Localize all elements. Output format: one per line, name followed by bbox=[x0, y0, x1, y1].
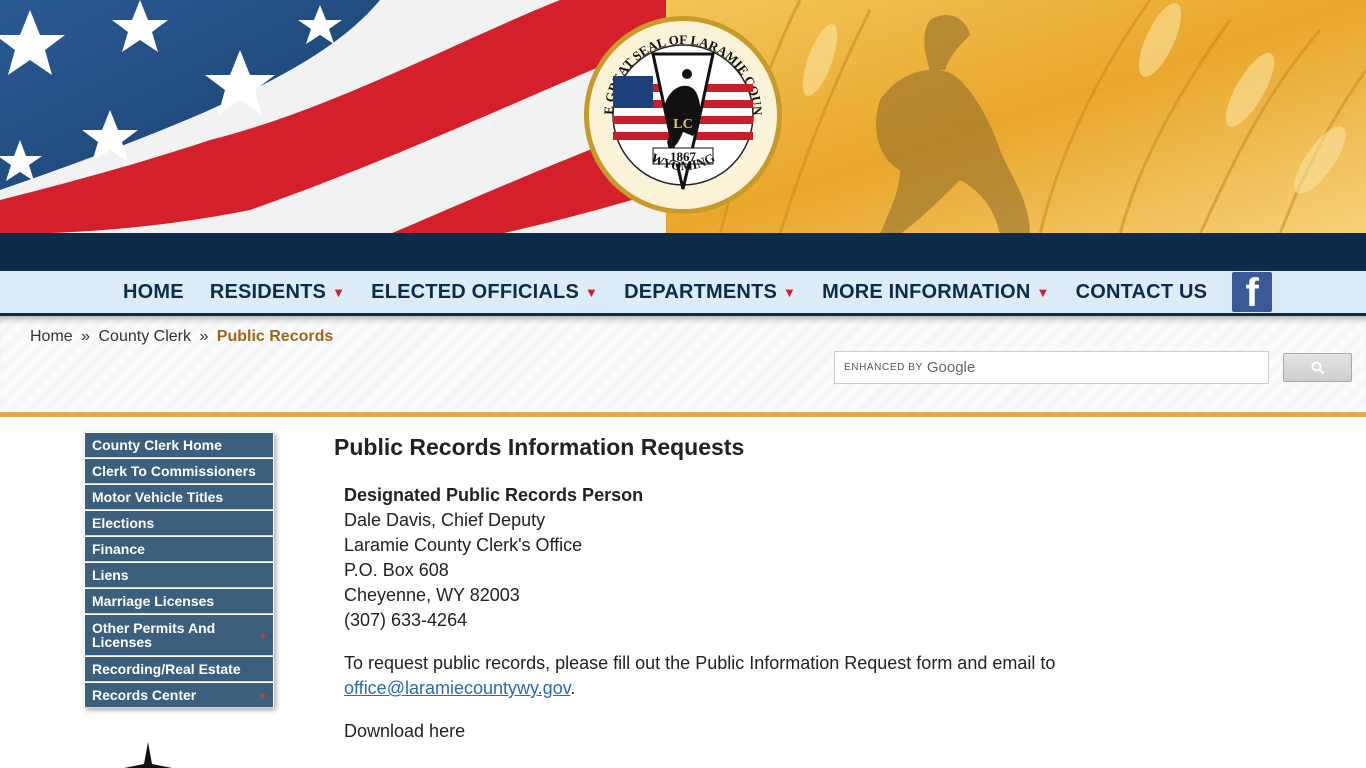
sidebar-item-county-clerk-home[interactable]: County Clerk Home bbox=[84, 432, 274, 458]
breadcrumb-separator: » bbox=[81, 328, 91, 345]
nav-elected-officials[interactable]: ELECTED OFFICIALS ▼ bbox=[358, 281, 611, 304]
main-content: Public Records Information Requests Desi… bbox=[334, 434, 1234, 744]
sidebar-item-records-center[interactable]: Records Center ▸ bbox=[84, 682, 274, 708]
nav-residents-label: RESIDENTS bbox=[209, 280, 327, 303]
request-paragraph: To request public records, please fill o… bbox=[344, 651, 1234, 701]
email-link[interactable]: office@laramiecountywy.gov bbox=[344, 678, 570, 698]
contact-city: Cheyenne, WY 82003 bbox=[344, 585, 520, 605]
search-icon bbox=[1311, 361, 1324, 374]
nav-contact-us-label: CONTACT US bbox=[1075, 280, 1208, 303]
nav-elected-officials-label: ELECTED OFFICIALS bbox=[371, 280, 579, 303]
sidebar-item-label: Finance bbox=[92, 541, 145, 557]
caret-down-icon: ▼ bbox=[585, 284, 599, 300]
sidebar-item-other-permits[interactable]: Other Permits And Licenses ▸ bbox=[84, 614, 274, 656]
sidebar-item-marriage-licenses[interactable]: Marriage Licenses bbox=[84, 588, 274, 614]
seal-initials: LC bbox=[673, 117, 692, 132]
sidebar-item-liens[interactable]: Liens bbox=[84, 562, 274, 588]
contact-box: P.O. Box 608 bbox=[344, 560, 449, 580]
sidebar-item-finance[interactable]: Finance bbox=[84, 536, 274, 562]
search-input[interactable]: ENHANCED BY Google bbox=[834, 351, 1269, 384]
search-brand: Google bbox=[926, 359, 976, 376]
request-text: To request public records, please fill o… bbox=[344, 653, 1056, 673]
nav-residents[interactable]: RESIDENTS ▼ bbox=[197, 281, 358, 304]
sidebar-menu: County Clerk Home Clerk To Commissioners… bbox=[84, 432, 274, 708]
breadcrumb-county-clerk[interactable]: County Clerk bbox=[99, 328, 191, 345]
chevron-right-icon: ▸ bbox=[261, 690, 266, 700]
sidebar-item-label: Motor Vehicle Titles bbox=[92, 489, 224, 505]
page-title: Public Records Information Requests bbox=[334, 434, 745, 460]
nav-departments-label: DEPARTMENTS bbox=[624, 280, 778, 303]
sidebar-item-label: Recording/Real Estate bbox=[92, 661, 241, 677]
star-decoration-icon bbox=[120, 742, 176, 768]
county-seal: THE GREAT SEAL OF LARAMIE COUNTY LC 1867… bbox=[578, 2, 783, 216]
nav-contact-us[interactable]: CONTACT US bbox=[1063, 281, 1221, 304]
contact-name: Dale Davis, Chief Deputy bbox=[344, 510, 546, 530]
gold-divider bbox=[0, 412, 1366, 417]
sidebar-item-clerk-to-commissioners[interactable]: Clerk To Commissioners bbox=[84, 458, 274, 484]
header-dark-band bbox=[0, 233, 1366, 271]
nav-departments[interactable]: DEPARTMENTS ▼ bbox=[611, 281, 809, 304]
contact-heading: Designated Public Records Person bbox=[344, 485, 644, 505]
contact-phone: (307) 633-4264 bbox=[344, 610, 468, 630]
breadcrumb: Home » County Clerk » Public Records bbox=[30, 328, 333, 346]
sidebar-item-motor-vehicle-titles[interactable]: Motor Vehicle Titles bbox=[84, 484, 274, 510]
sidebar-item-label: Clerk To Commissioners bbox=[92, 463, 256, 479]
download-link[interactable]: Download here bbox=[344, 719, 1234, 744]
nav-more-information[interactable]: MORE INFORMATION ▼ bbox=[809, 281, 1062, 304]
breadcrumb-current: Public Records bbox=[216, 328, 334, 345]
sidebar-item-label: County Clerk Home bbox=[92, 437, 222, 453]
breadcrumb-home[interactable]: Home bbox=[30, 328, 73, 345]
search-button[interactable] bbox=[1283, 353, 1352, 382]
facebook-icon[interactable]: f bbox=[1232, 272, 1273, 312]
nav-home-label: HOME bbox=[123, 280, 184, 303]
caret-down-icon: ▼ bbox=[783, 284, 797, 300]
sidebar-item-recording-real-estate[interactable]: Recording/Real Estate bbox=[84, 656, 274, 682]
breadcrumb-separator: » bbox=[199, 328, 209, 345]
chevron-right-icon: ▸ bbox=[261, 630, 266, 640]
nav-more-information-label: MORE INFORMATION bbox=[822, 280, 1031, 303]
period: . bbox=[570, 678, 576, 698]
sidebar-item-label: Other Permits And Licenses bbox=[92, 620, 216, 650]
sidebar-item-label: Elections bbox=[92, 515, 155, 531]
nav-home[interactable]: HOME bbox=[110, 281, 197, 304]
contact-office: Laramie County Clerk's Office bbox=[344, 535, 583, 555]
sidebar-item-label: Records Center bbox=[92, 687, 197, 703]
search-enhanced-label: ENHANCED BY bbox=[844, 362, 923, 373]
caret-down-icon: ▼ bbox=[332, 284, 346, 300]
sidebar-item-elections[interactable]: Elections bbox=[84, 510, 274, 536]
contact-block: Designated Public Records Person Dale Da… bbox=[344, 483, 1234, 633]
sidebar-item-label: Liens bbox=[92, 567, 129, 583]
caret-down-icon: ▼ bbox=[1036, 284, 1050, 300]
sidebar-item-label: Marriage Licenses bbox=[92, 593, 215, 609]
main-nav: HOME RESIDENTS ▼ ELECTED OFFICIALS ▼ DEP… bbox=[0, 271, 1366, 316]
